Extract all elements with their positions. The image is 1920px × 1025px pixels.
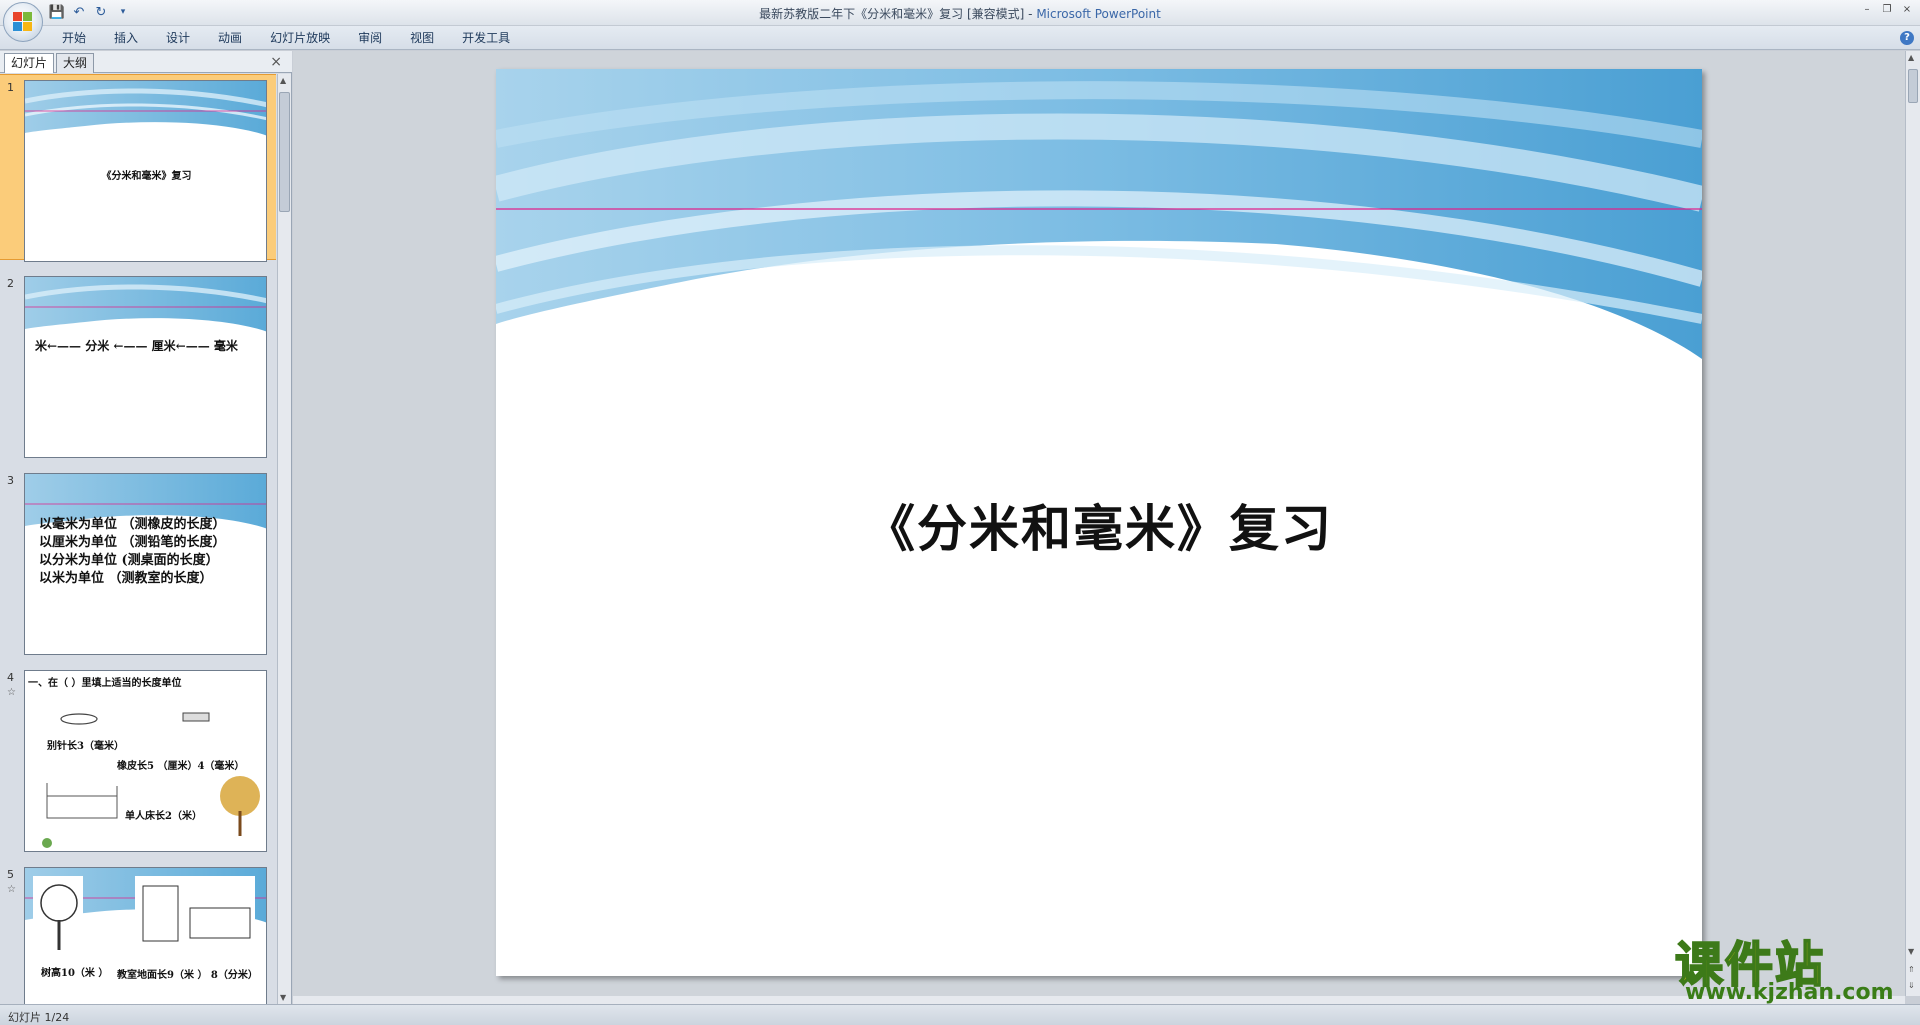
slide-number: 1 (7, 81, 14, 94)
tab-view[interactable]: 视图 (396, 26, 448, 50)
tab-slides[interactable]: 幻灯片 (4, 53, 55, 73)
tab-insert[interactable]: 插入 (100, 26, 152, 50)
slide-thumbnail[interactable]: 米←—— 分米 ←—— 厘米←—— 毫米 (24, 276, 267, 458)
animation-star-icon: ☆ (7, 687, 16, 698)
scroll-up-icon[interactable]: ▲ (280, 76, 286, 85)
animation-star-icon: ☆ (7, 884, 16, 895)
thumbnail-item: 橡皮长5 （厘米）4（毫米） (117, 761, 245, 772)
slides-pane: 幻灯片 大纲 × 1 《分米和毫米》复习 2 米←—— 分米 ←—— 厘米←——… (0, 51, 292, 1004)
thumbnail-slide-5[interactable]: 5 ☆ 树高10（米 ） 教室地面长9（米 ） 8（分米） (0, 862, 276, 1004)
slide-title[interactable]: 《分米和毫米》复习 (496, 489, 1702, 561)
status-bar: 幻灯片 1/24 (0, 1004, 1920, 1025)
minimize-button[interactable]: – (1858, 2, 1876, 16)
office-logo-icon (13, 12, 33, 32)
thumbnail-line: 以分米为单位 (测桌面的长度） (39, 553, 219, 568)
window-controls: – ❐ × (1858, 2, 1916, 16)
slide-counter: 幻灯片 1/24 (8, 1011, 70, 1024)
scroll-thumb[interactable] (279, 92, 290, 212)
tab-design[interactable]: 设计 (152, 26, 204, 50)
slide-editor: 《分米和毫米》复习 (293, 51, 1905, 996)
thumbnail-slide-1[interactable]: 1 《分米和毫米》复习 (0, 74, 276, 262)
close-icon[interactable]: × (270, 54, 282, 70)
slide-thumbnail[interactable]: 以毫米为单位 （测橡皮的长度） 以厘米为单位 （测铅笔的长度） 以分米为单位 (测桌… (24, 473, 267, 655)
tab-animations[interactable]: 动画 (204, 26, 256, 50)
slide-number: 5 (7, 868, 14, 881)
thumbnail-item: 别针长3（毫米） (47, 741, 124, 752)
help-icon[interactable]: ? (1900, 31, 1914, 45)
thumbnail-item: 教室地面长9（米 ） 8（分米） (117, 970, 258, 981)
title-bar: 💾 ↶ ↻ ▾ 最新苏教版二年下《分米和毫米》复习 [兼容模式] - Micro… (0, 0, 1920, 26)
tab-outline[interactable]: 大纲 (56, 53, 95, 73)
wave-header-image (25, 277, 266, 332)
wave-and-clipart-image (25, 868, 266, 956)
thumbnail-line: 以毫米为单位 （测橡皮的长度） (39, 517, 226, 532)
thumbnail-title: 《分米和毫米》复习 (101, 171, 192, 182)
current-slide[interactable]: 《分米和毫米》复习 (496, 69, 1702, 976)
thumbnail-line: 以米为单位 （测教室的长度） (39, 571, 213, 586)
thumbnail-slide-2[interactable]: 2 米←—— 分米 ←—— 厘米←—— 毫米 (0, 271, 276, 458)
previous-slide-icon[interactable]: ⇑ (1908, 965, 1915, 974)
office-button[interactable] (3, 2, 43, 42)
scroll-up-icon[interactable]: ▲ (1908, 53, 1914, 62)
editor-scrollbar[interactable]: ▲ ▼ ⇑ ⇓ (1905, 51, 1920, 996)
tab-home[interactable]: 开始 (48, 26, 100, 50)
thumbnail-item: 单人床长2（米） (125, 811, 202, 822)
pane-tabs: 幻灯片 大纲 × (0, 51, 292, 73)
maximize-button[interactable]: ❐ (1878, 2, 1896, 16)
thumbnail-list: 1 《分米和毫米》复习 2 米←—— 分米 ←—— 厘米←—— 毫米 3 以毫米… (0, 74, 276, 1004)
editor-horizontal-scrollbar[interactable] (293, 996, 1905, 1004)
scroll-thumb[interactable] (1908, 69, 1918, 103)
close-button[interactable]: × (1898, 2, 1916, 16)
scroll-down-icon[interactable]: ▼ (280, 993, 286, 1002)
thumbnail-text: 米←—— 分米 ←—— 厘米←—— 毫米 (35, 339, 238, 353)
thumbnail-item: 树高10（米 ） (41, 968, 109, 979)
next-slide-icon[interactable]: ⇓ (1908, 981, 1915, 990)
slide-thumbnail[interactable]: 《分米和毫米》复习 (24, 80, 267, 262)
slide-number: 2 (7, 277, 14, 290)
tab-review[interactable]: 审阅 (344, 26, 396, 50)
slide-number: 4 (7, 671, 14, 684)
document-title: 最新苏教版二年下《分米和毫米》复习 [兼容模式] - (759, 7, 1037, 21)
tab-slideshow[interactable]: 幻灯片放映 (256, 26, 344, 50)
slide-thumbnail[interactable]: 树高10（米 ） 教室地面长9（米 ） 8（分米） (24, 867, 267, 1004)
thumbnail-line: 以厘米为单位 （测铅笔的长度） (39, 535, 226, 550)
thumbnail-slide-3[interactable]: 3 以毫米为单位 （测橡皮的长度） 以厘米为单位 （测铅笔的长度） 以分米为单位 (… (0, 468, 276, 655)
ribbon-tabs: 开始 插入 设计 动画 幻灯片放映 审阅 视图 开发工具 ? (0, 26, 1920, 50)
watermark-logo: 课件站 www.kjzhan.com (1665, 925, 1905, 1005)
thumbnail-scrollbar[interactable]: ▲ ▼ (277, 74, 291, 1004)
slide-thumbnail[interactable]: 一、在（ ）里填上适当的长度单位 别针长3（毫米） 橡皮长5 （厘米）4（毫米）… (24, 670, 267, 852)
slide-number: 3 (7, 474, 14, 487)
watermark-url: www.kjzhan.com (1685, 980, 1894, 1005)
tab-developer[interactable]: 开发工具 (448, 26, 524, 50)
app-name: Microsoft PowerPoint (1036, 7, 1161, 21)
scroll-down-icon[interactable]: ▼ (1908, 947, 1914, 956)
thumbnail-lines: 以毫米为单位 （测橡皮的长度） 以厘米为单位 （测铅笔的长度） 以分米为单位 (测桌… (39, 516, 226, 588)
thumbnail-slide-4[interactable]: 4 ☆ 一、在（ ）里填上适当的长度单位 别针长3（毫米） 橡皮长5 （厘米）4… (0, 665, 276, 852)
window-title: 最新苏教版二年下《分米和毫米》复习 [兼容模式] - Microsoft Pow… (0, 5, 1920, 22)
